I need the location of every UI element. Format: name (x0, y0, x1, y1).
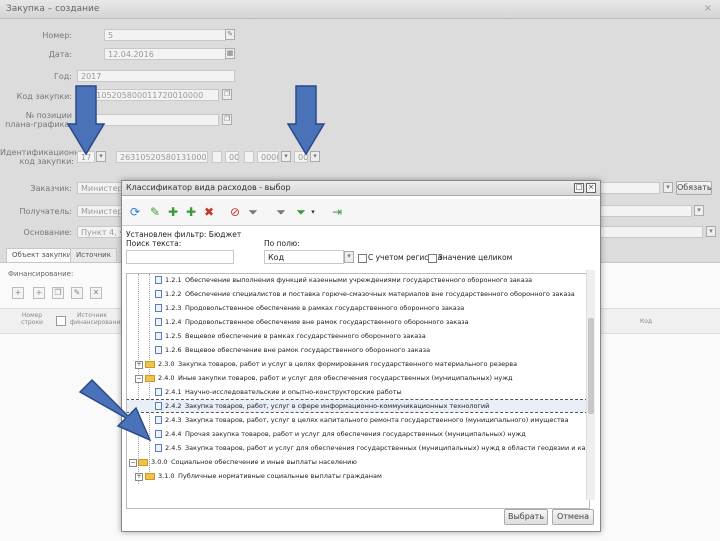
calendar-icon[interactable]: ▦ (225, 48, 235, 59)
whole-value-checkbox[interactable] (428, 254, 437, 263)
panel-copy-icon[interactable]: ❐ (52, 287, 64, 299)
dialog-title: Классификатор вида расходов - выбор (126, 183, 291, 192)
dialog-toolbar: ⟳ ✎ ✚ ✚ ✖ ⊘ ⏷ ⏷ ⏷ ▾ ⇥ (122, 199, 600, 226)
tree-item[interactable]: 2.4.5 Закупка товаров, работ и услуг для … (127, 442, 589, 454)
arrow-diagonal-icon (78, 378, 152, 442)
header-row-number: Номер строки (21, 312, 43, 326)
classifier-tree[interactable]: 1.2.1 Обеспечение выполнения функций казе… (126, 273, 590, 509)
by-field-dropdown-icon[interactable]: ▾ (344, 251, 354, 263)
tree-item[interactable]: −2.4.0 Иные закупки товаров, работ и услу… (127, 372, 587, 384)
year-label: Год: (54, 72, 72, 81)
header-checkbox[interactable] (56, 316, 66, 326)
basis-field[interactable]: Пункт 4, ч. 1... (77, 226, 123, 238)
date-field[interactable]: 12.04.2016 (104, 48, 226, 60)
panel-delete-icon[interactable]: ✕ (90, 287, 102, 299)
filter-dropdown-icon[interactable]: ▾ (306, 205, 320, 219)
panel-edit-icon[interactable]: ✎ (71, 287, 83, 299)
customer-dropdown-icon[interactable]: ▾ (663, 182, 673, 193)
search-text-label: Поиск текста: (126, 239, 182, 248)
plan-number-label: № позиции плана-графика: (5, 111, 72, 129)
recipient-dropdown-icon[interactable]: ▾ (694, 205, 704, 216)
dialog-titlebar: Классификатор вида расходов - выбор □ × (122, 181, 600, 196)
window-titlebar: Закупка – создание × (0, 0, 720, 19)
ikz-part-blank-2[interactable] (244, 151, 254, 163)
purchase-code-copy-icon[interactable]: ❐ (222, 89, 232, 100)
recipient-field-tail[interactable] (600, 205, 692, 217)
dialog-close-icon[interactable]: × (586, 183, 596, 193)
tab-source[interactable]: Источник (70, 248, 117, 262)
classifier-dialog: Классификатор вида расходов - выбор □ × … (121, 180, 601, 532)
ikz-label: Идентификационный код закупки: (0, 148, 91, 166)
customer-label: Заказчик: (30, 184, 72, 193)
year-field[interactable]: 2017 (77, 70, 235, 82)
tree-item-selected[interactable]: 2.4.2 Закупка товаров, работ, услуг в сфе… (127, 399, 588, 413)
ikz-part-3[interactable]: 000 (225, 151, 239, 163)
basis-dropdown-icon[interactable]: ▾ (706, 226, 716, 237)
filter-icon[interactable]: ⏷ (246, 205, 260, 219)
header-financing-source: Источник финансирования (70, 312, 124, 326)
filter-status-label: Установлен фильтр: Бюджет (126, 230, 242, 239)
filter-clear-icon[interactable]: ⊘ (228, 205, 242, 219)
tree-item[interactable]: 1.2.6 Вещевое обеспечение вне рамок госуд… (127, 344, 587, 356)
basis-label: Основание: (23, 228, 72, 237)
header-code: Код (640, 318, 653, 325)
export-icon[interactable]: ⇥ (330, 205, 344, 219)
panel-add-icon[interactable]: + (12, 287, 24, 299)
basis-field-tail[interactable] (600, 226, 703, 238)
tree-scrollbar-thumb[interactable] (588, 318, 594, 414)
ikz-part-blank[interactable] (212, 151, 222, 163)
recipient-field[interactable]: Министерство... (77, 205, 123, 217)
number-field[interactable]: 5 (104, 29, 226, 41)
date-label: Дата: (48, 50, 72, 59)
search-text-input[interactable] (126, 250, 234, 264)
window-close-icon[interactable]: × (704, 3, 712, 14)
delete-document-icon[interactable]: ✖ (202, 205, 216, 219)
financing-section-label: Финансирование: (8, 270, 74, 278)
number-label: Номер: (42, 31, 72, 40)
purchase-code-label: Код закупки: (16, 92, 72, 101)
whole-value-label: Значение целиком (438, 253, 513, 262)
tree-item[interactable]: 2.4.4 Прочая закупка товаров, работ и усл… (127, 428, 587, 440)
tree-item[interactable]: +2.3.0 Закупка товаров, работ и услуг в ц… (127, 358, 587, 370)
tree-item[interactable]: 1.2.2 Обеспечение специалистов и поставка… (127, 288, 587, 300)
tree-item[interactable]: 1.2.1 Обеспечение выполнения функций казе… (127, 274, 587, 286)
customer-field-tail[interactable] (600, 182, 660, 194)
tree-item[interactable]: 2.4.1 Научно-исследовательские и опытно-к… (127, 386, 587, 398)
add-document-icon[interactable]: ✚ (166, 205, 180, 219)
arrow-down-left-icon (66, 85, 106, 156)
select-button[interactable]: Выбрать (504, 509, 548, 525)
ikz-part-4[interactable]: 0000 (257, 151, 279, 163)
plan-number-copy-icon[interactable]: ❐ (222, 114, 232, 125)
refresh-icon[interactable]: ⟳ (128, 205, 142, 219)
by-field-label: По полю: (264, 239, 300, 248)
case-sensitive-checkbox[interactable] (358, 254, 367, 263)
add-child-icon[interactable]: ✚ (184, 205, 198, 219)
customer-field[interactable]: Министерство (77, 182, 123, 194)
tree-item[interactable]: 1.2.5 Вещевое обеспечение в рамках госуда… (127, 330, 587, 342)
tree-item[interactable]: +3.1.0 Публичные нормативные социальные в… (127, 470, 587, 482)
tab-purchase-object[interactable]: Объект закупки (6, 248, 78, 262)
by-field-select[interactable]: Код (264, 250, 344, 264)
panel-add-child-icon[interactable]: + (33, 287, 45, 299)
cancel-button[interactable]: Отмена (552, 509, 594, 525)
dialog-maximize-icon[interactable]: □ (574, 183, 584, 193)
tree-item[interactable]: 1.2.4 Продовольственное обеспечение вне р… (127, 316, 587, 328)
window-title: Закупка – создание (6, 4, 100, 14)
tree-item[interactable]: 2.4.3 Закупка товаров, работ, услуг в цел… (127, 414, 587, 426)
arrow-down-right-icon (286, 85, 326, 156)
ikz-part-2[interactable]: 263105205801310001 (116, 151, 208, 163)
tree-item[interactable]: 1.2.3 Продовольственное обеспечение в рам… (127, 302, 587, 314)
edit-document-icon[interactable]: ✎ (148, 205, 162, 219)
filter-settings-icon[interactable]: ⏷ (274, 205, 288, 219)
recipient-label: Получатель: (19, 207, 73, 216)
choose-button[interactable]: Обязать (676, 181, 712, 195)
tree-item[interactable]: −3.0.0 Социальное обеспечение и иные выпл… (127, 456, 587, 468)
number-edit-icon[interactable]: ✎ (225, 29, 235, 40)
tree-scrollbar[interactable] (586, 270, 595, 500)
